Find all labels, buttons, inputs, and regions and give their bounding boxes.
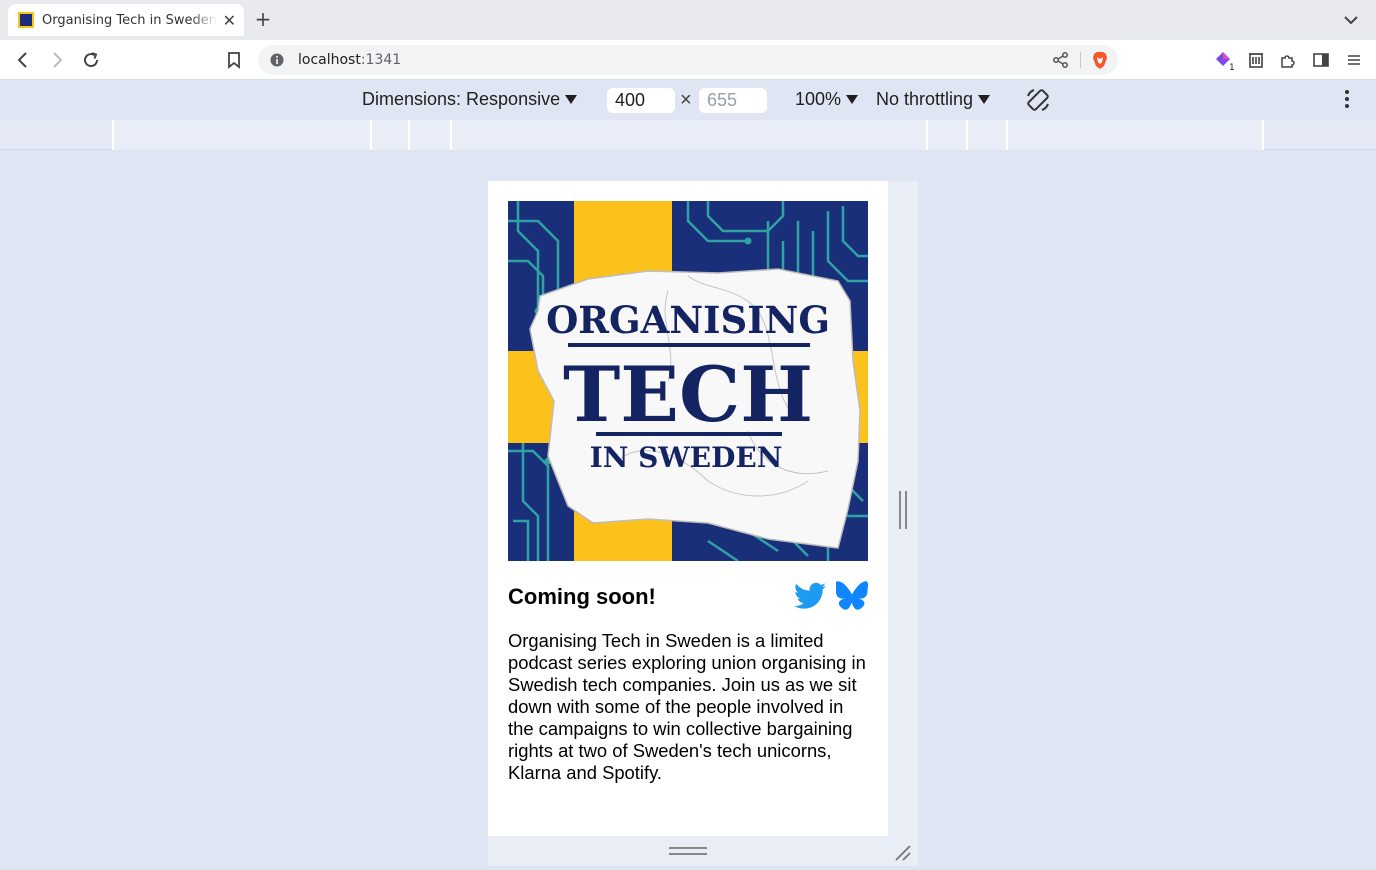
media-query-segment[interactable] (926, 120, 968, 150)
more-options-icon[interactable] (1344, 90, 1350, 111)
width-input[interactable] (607, 88, 675, 113)
zoom-label: 100% (795, 89, 842, 109)
resize-handle-bottom[interactable] (488, 836, 918, 866)
share-icon[interactable] (1052, 51, 1070, 73)
sidebar-icon[interactable] (1309, 48, 1333, 72)
tab-title: Organising Tech in Sweden (42, 12, 217, 28)
horizontal-grip-icon (669, 847, 707, 855)
media-query-segment[interactable] (1006, 120, 1264, 150)
device-viewport: ORGANISING TECH IN SWEDEN Coming soon! O… (488, 181, 888, 836)
cover-line2-text: TECH (563, 350, 813, 439)
new-tab-icon[interactable]: + (252, 8, 274, 30)
dimensions-dropdown[interactable]: Dimensions: Responsive (362, 89, 578, 110)
device-toolbar: Dimensions: Responsive × 100% No throttl… (0, 80, 1376, 120)
vertical-grip-icon (899, 491, 907, 529)
brave-shields-icon[interactable] (1090, 50, 1110, 74)
extension-leo-icon[interactable]: 1 (1211, 48, 1235, 72)
resize-handle-right[interactable] (888, 181, 918, 836)
bluesky-icon[interactable] (835, 581, 868, 610)
caret-down-icon (565, 95, 578, 104)
throttling-label: No throttling (876, 89, 974, 109)
url-host: localhost (298, 52, 361, 68)
navigation-bar: localhost:1341 1 (0, 40, 1376, 80)
cover-line3-text: IN SWEDEN (590, 441, 783, 474)
corner-resize-icon[interactable] (894, 844, 912, 862)
favicon-icon (18, 12, 34, 28)
twitter-icon[interactable] (794, 582, 826, 610)
caret-down-icon (978, 95, 991, 104)
divider (1080, 52, 1081, 68)
times-symbol: × (680, 89, 692, 111)
tab-list-chevron-icon[interactable] (1340, 9, 1362, 31)
podcast-description: Organising Tech in Sweden is a limited p… (508, 630, 866, 783)
back-icon[interactable] (11, 48, 35, 72)
podcast-cover-image: ORGANISING TECH IN SWEDEN (508, 201, 868, 561)
media-query-segment[interactable] (966, 120, 1008, 150)
tab-strip: Organising Tech in Sweden ✕ + (0, 0, 1376, 40)
svg-text:1: 1 (1229, 63, 1234, 71)
zoom-dropdown[interactable]: 100% (795, 89, 859, 110)
browser-tab[interactable]: Organising Tech in Sweden ✕ (8, 4, 244, 36)
cover-line1-text: ORGANISING (546, 298, 830, 342)
close-tab-icon[interactable]: ✕ (223, 11, 236, 30)
throttling-dropdown[interactable]: No throttling (876, 89, 991, 110)
media-query-segment[interactable] (408, 120, 452, 150)
rotate-icon[interactable] (1024, 86, 1052, 114)
bookmark-icon[interactable] (222, 48, 246, 72)
heading-row: Coming soon! (508, 581, 868, 613)
dimensions-label: Dimensions: Responsive (362, 89, 561, 109)
forward-icon[interactable] (45, 48, 69, 72)
height-input[interactable] (699, 88, 767, 113)
media-query-segment[interactable] (112, 120, 372, 150)
reload-icon[interactable] (79, 48, 103, 72)
media-query-segment[interactable] (370, 120, 410, 150)
page-heading: Coming soon! (508, 584, 656, 609)
extensions-icon[interactable] (1276, 48, 1300, 72)
address-bar[interactable]: localhost:1341 (258, 45, 1118, 75)
url-port: :1341 (360, 52, 402, 68)
menu-icon[interactable] (1342, 48, 1366, 72)
wallet-icon[interactable] (1244, 48, 1268, 72)
media-query-segment[interactable] (450, 120, 928, 150)
media-query-ruler (0, 120, 1376, 150)
site-info-icon[interactable] (270, 53, 284, 67)
caret-down-icon (846, 95, 859, 104)
